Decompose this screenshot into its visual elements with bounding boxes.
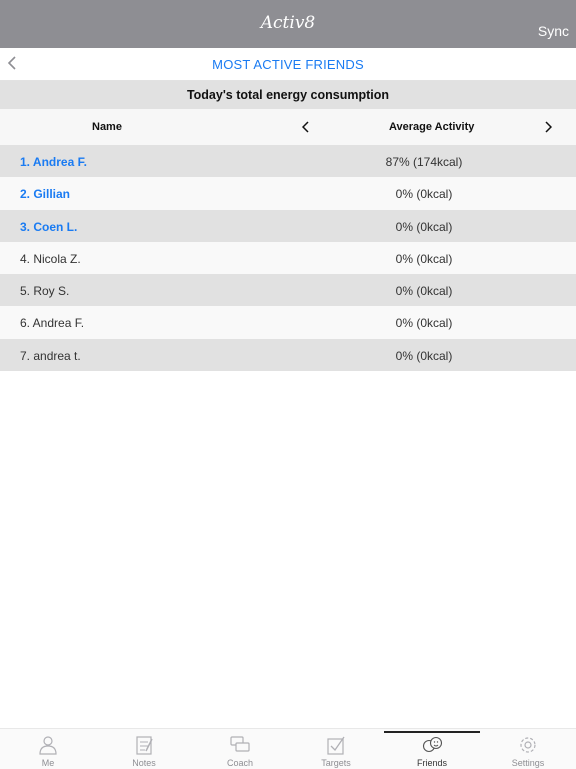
friend-row[interactable]: 6. Andrea F. 0% (0kcal) xyxy=(0,306,576,339)
chevron-right-icon xyxy=(545,121,553,133)
friend-row[interactable]: 4. Nicola Z. 0% (0kcal) xyxy=(0,241,576,275)
friend-row[interactable]: 5. Roy S. 0% (0kcal) xyxy=(0,274,576,307)
tab-label: Coach xyxy=(226,758,253,768)
page-title: MOST ACTIVE FRIENDS xyxy=(212,57,364,72)
chat-bubbles-icon xyxy=(230,736,250,752)
tab-label: Targets xyxy=(321,758,351,768)
column-header: Name Average Activity xyxy=(0,109,576,145)
tab-label: Friends xyxy=(416,758,447,768)
friends-list: 1. Andrea F. 87% (174kcal) 2. Gillian 0% (0… xyxy=(0,145,576,372)
tab-label: Settings xyxy=(511,758,545,768)
smiley-faces-icon xyxy=(422,736,442,753)
tab-settings[interactable]: Settings xyxy=(480,729,576,769)
friend-row[interactable]: 7. andrea t. 0% (0kcal) xyxy=(0,338,576,372)
friend-activity-value: 0% (0kcal) xyxy=(395,219,453,234)
tab-bar: Me Notes Coach Targets Friends Settings xyxy=(0,728,576,769)
friend-row[interactable]: 1. Andrea F. 87% (174kcal) xyxy=(0,145,576,178)
sync-button[interactable]: Sync xyxy=(538,23,569,39)
app-logo: Activ8 xyxy=(260,13,316,33)
friend-activity-value: 0% (0kcal) xyxy=(395,348,453,363)
chevron-left-icon xyxy=(301,121,309,133)
nav-bar: MOST ACTIVE FRIENDS xyxy=(0,48,576,81)
tab-targets[interactable]: Targets xyxy=(288,729,384,769)
top-bar: Activ8 Sync xyxy=(0,0,576,48)
gear-icon xyxy=(520,737,536,753)
column-name-header: Name xyxy=(92,121,122,133)
friend-row[interactable]: 2. Gillian 0% (0kcal) xyxy=(0,177,576,210)
person-icon xyxy=(39,736,57,755)
friend-activity-value: 0% (0kcal) xyxy=(395,284,453,299)
tab-friends[interactable]: Friends xyxy=(384,729,480,769)
section-header: Today's total energy consumption xyxy=(0,81,576,109)
column-metric-header: Average Activity xyxy=(389,121,475,133)
tab-coach[interactable]: Coach xyxy=(192,729,288,769)
friend-activity-value: 87% (174kcal) xyxy=(385,155,463,169)
friend-activity-value: 0% (0kcal) xyxy=(395,187,453,202)
previous-metric-button[interactable] xyxy=(301,117,310,138)
tab-notes[interactable]: Notes xyxy=(96,729,192,769)
tab-me[interactable]: Me xyxy=(0,729,96,769)
tab-label: Me xyxy=(41,758,55,768)
tab-label: Notes xyxy=(132,758,156,768)
friend-activity-value: 0% (0kcal) xyxy=(395,316,453,331)
notepad-icon xyxy=(136,736,153,755)
friend-activity-value: 0% (0kcal) xyxy=(395,251,453,266)
checkbox-icon xyxy=(327,736,345,755)
friend-row[interactable]: 3. Coen L. 0% (0kcal) xyxy=(0,209,576,242)
next-metric-button[interactable] xyxy=(544,117,553,138)
